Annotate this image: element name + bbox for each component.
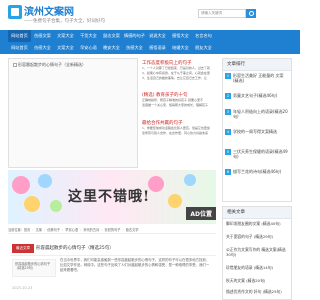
banner-text: 这里不错哦! <box>68 189 151 205</box>
nav-item[interactable]: 干货大全 <box>77 30 100 42</box>
sidebar-item-label[interactable]: 三伏天养生保健的语录(精选49句) <box>233 149 289 159</box>
sidebar-item[interactable]: 4 学校的一周写得文案精选 <box>225 129 291 135</box>
article-excerpt: 3、生活自己的做的事情，去让它自己去工作，让 <box>142 76 207 80</box>
breadcrumb-separator: › <box>43 227 46 232</box>
featured-image[interactable]: 形容晨起散步的心情句子（全新精选） <box>8 58 138 168</box>
nav-item[interactable]: 情感的句子 <box>123 30 146 42</box>
sidebar-related: 相关文章 脚印发朋友圈的文案 (精选40句) 关于宽容的句子 (精选29句) 公… <box>222 206 292 300</box>
category-tag[interactable]: 最近文章 <box>12 244 34 253</box>
nav-item[interactable]: 早安心语 <box>77 42 100 54</box>
breadcrumb-item[interactable]: 早安心语 <box>65 227 78 232</box>
flower-decoration <box>168 194 182 208</box>
logo-icon[interactable] <box>8 5 22 19</box>
rank-number: 5 <box>225 149 231 155</box>
site-logo-text[interactable]: 滨州文案网 <box>24 3 74 18</box>
related-item[interactable]: 秋天的文案 (精选20句) <box>226 278 290 283</box>
sidebar-item-label[interactable]: 男童文艺句子(精选46句) <box>233 93 289 98</box>
sidebar-item[interactable]: 3 年轻人积极向上的语录(精选20句) <box>225 109 291 119</box>
flower-decoration <box>12 176 30 194</box>
featured-image-title: 形容晨起散步的心情句子（全新精选） <box>18 62 86 67</box>
site-header: 滨州文案网 ——免费句子合集，句子大全，好词好句 请输入关键词 <box>0 0 300 34</box>
flower-decoration <box>184 174 196 186</box>
sidebar-item-label[interactable]: 年轻人积极向上的语录(精选20句) <box>233 109 289 119</box>
nav-item[interactable]: 网站首页 <box>8 42 31 54</box>
rank-number: 2 <box>225 93 231 99</box>
nav-item[interactable]: 晚安大全 <box>100 42 123 54</box>
featured-image-caption: 形容晨起散步的心情句子（全新精选） <box>13 62 86 68</box>
article-entry[interactable]: 形容晨起散步的心情句子（精选25句） 在当今世界中，我们可能会接触到一些形容晨起… <box>10 255 216 290</box>
flower-decoration <box>50 200 62 212</box>
breadcrumb-separator: › <box>32 227 34 232</box>
flower-decoration <box>148 176 164 192</box>
rank-number: 4 <box>225 129 231 135</box>
breadcrumb-separator: › <box>80 227 82 232</box>
breadcrumb-item[interactable]: 励志文学 <box>126 227 139 232</box>
breadcrumb-item[interactable]: 安慰的句子 <box>105 227 121 232</box>
nav-item[interactable]: 伤感大全 <box>31 42 54 54</box>
nav-item[interactable]: 文案大全 <box>54 42 77 54</box>
article-item[interactable]: (精选) 教育孩子的十句 正确地指导、帮孩子精准的好孩子 就要心里不 宽容做一个… <box>142 92 216 108</box>
sidebar-title: 文章排行 <box>223 59 291 71</box>
rank-number: 6 <box>225 169 231 175</box>
nav-item[interactable]: 励志文案 <box>100 30 123 42</box>
nav-item[interactable]: 文案大全 <box>54 30 77 42</box>
nav-row-secondary: 网站首页 伤感大全 文案大全 早安心语 晚安大全 伤感大全 感悟语录 结婚大全 … <box>8 42 292 54</box>
article-excerpt: 靠所有与别人合作，在合作里，同心协力共赢未来 <box>142 131 209 135</box>
article-item[interactable]: 工作态度积极向上的句子 1、一个人对那了已经结束，已是对的人，过去了就 2、如果… <box>142 60 216 81</box>
breadcrumb-separator: › <box>62 227 64 232</box>
ad-banner[interactable]: 这里不错哦! AD位置 <box>8 170 216 224</box>
article-item[interactable]: 最给合作共赢的句子 1、你要坚信成功道路会比别人更苦，但是它也更加 靠所有与别人… <box>142 120 216 136</box>
related-item[interactable]: 脚印发朋友圈的文案 (精选40句) <box>226 221 290 226</box>
breadcrumb-separator: › <box>122 227 124 232</box>
article-excerpt: 宽容做一个关心家，懂得帮大家的成长，理解孩子 <box>142 103 209 107</box>
nav-item-home[interactable]: 网站首页 <box>8 30 31 42</box>
article-list: 工作态度积极向上的句子 1、一个人对那了已经结束，已是对的人，过去了就 2、如果… <box>142 58 216 168</box>
related-item[interactable]: 描述优秀作文的 好句 (精选25句) <box>226 289 290 294</box>
sidebar-item-label[interactable]: 学校的一周写得文案精选 <box>233 129 289 134</box>
entry-thumbnail[interactable]: 形容晨起散步的心情句子（精选25句） <box>12 259 56 277</box>
related-item[interactable]: 公正作为文案写作的 精选文案(精选30句) <box>226 247 290 257</box>
sidebar-item[interactable]: 5 三伏天养生保健的语录(精选49句) <box>225 149 291 159</box>
rank-number: 3 <box>225 109 231 115</box>
related-item[interactable]: 珍惜朋友的语录 (精选14句) <box>226 265 290 270</box>
related-item[interactable]: 关于宽容的句子 (精选29句) <box>226 234 290 239</box>
breadcrumb-item[interactable]: 当前位置：首页 <box>8 227 30 232</box>
flower-decoration <box>24 196 40 212</box>
nav-item[interactable]: 伤感大全 <box>123 42 146 54</box>
breadcrumb-item[interactable]: 文案 <box>36 227 42 232</box>
nav-item[interactable]: 感悟语录 <box>146 42 169 54</box>
breadcrumb-item[interactable]: 优美句子 <box>47 227 60 232</box>
nav-item[interactable]: 说说大全 <box>146 30 169 42</box>
nav-row-primary: 网站首页 伤感文案 文案大全 干货大全 励志文案 情感的句子 说说大全 感悟大全… <box>8 30 292 42</box>
nav-item[interactable]: 名言名句 <box>192 30 215 42</box>
main-nav: 网站首页 伤感文案 文案大全 干货大全 励志文案 情感的句子 说说大全 感悟大全… <box>0 30 300 54</box>
entry-summary: 在当今世界中，我们可能会接触到一些形容晨起散步的心情句子。这样的句子可以在很多地… <box>60 258 210 272</box>
site-subtitle: ——免费句子合集，句子大全，好词好句 <box>24 19 105 24</box>
nav-item[interactable]: 朋友大全 <box>192 42 215 54</box>
nav-item[interactable]: 伤感文案 <box>31 30 54 42</box>
breadcrumb-separator: › <box>101 227 103 232</box>
search-input[interactable]: 请输入关键词 <box>198 9 246 18</box>
sidebar-item[interactable]: 1 形容生活美好 正能量的 文案(精选) <box>225 73 291 83</box>
sidebar-item[interactable]: 2 男童文艺句子(精选46句) <box>225 93 291 99</box>
sidebar-related-title: 相关文章 <box>223 207 291 219</box>
nav-item[interactable]: 感悟大全 <box>169 30 192 42</box>
sidebar-item-label[interactable]: 描写兰花的诗句(精选46句) <box>233 169 289 174</box>
sidebar-ranking: 文章排行 1 形容生活美好 正能量的 文案(精选) 2 男童文艺句子(精选46句) … <box>222 58 292 202</box>
rank-number: 1 <box>225 73 231 79</box>
breadcrumb-item[interactable]: 宋代的古诗 <box>83 227 99 232</box>
entry-thumbnail-label: 形容晨起散步的心情句子（精选25句） <box>15 262 51 270</box>
category-title[interactable]: 形容晨起散步的心情句子（精选25句） <box>36 245 114 251</box>
flower-decoration <box>38 174 52 188</box>
nav-item[interactable]: 结婚大全 <box>169 42 192 54</box>
sidebar-item-label[interactable]: 形容生活美好 正能量的 文案(精选) <box>233 73 289 83</box>
broken-image-icon <box>13 63 17 67</box>
ad-position-label: AD位置 <box>186 207 216 220</box>
sidebar-item[interactable]: 6 描写兰花的诗句(精选46句) <box>225 169 291 175</box>
breadcrumb: 当前位置：首页 › 文案 › 优美句子 › 早安心语 › 宋代的古诗 › 安慰的… <box>8 226 216 234</box>
search-button[interactable] <box>246 9 256 18</box>
entry-date: 2023-10-23 <box>12 286 33 290</box>
